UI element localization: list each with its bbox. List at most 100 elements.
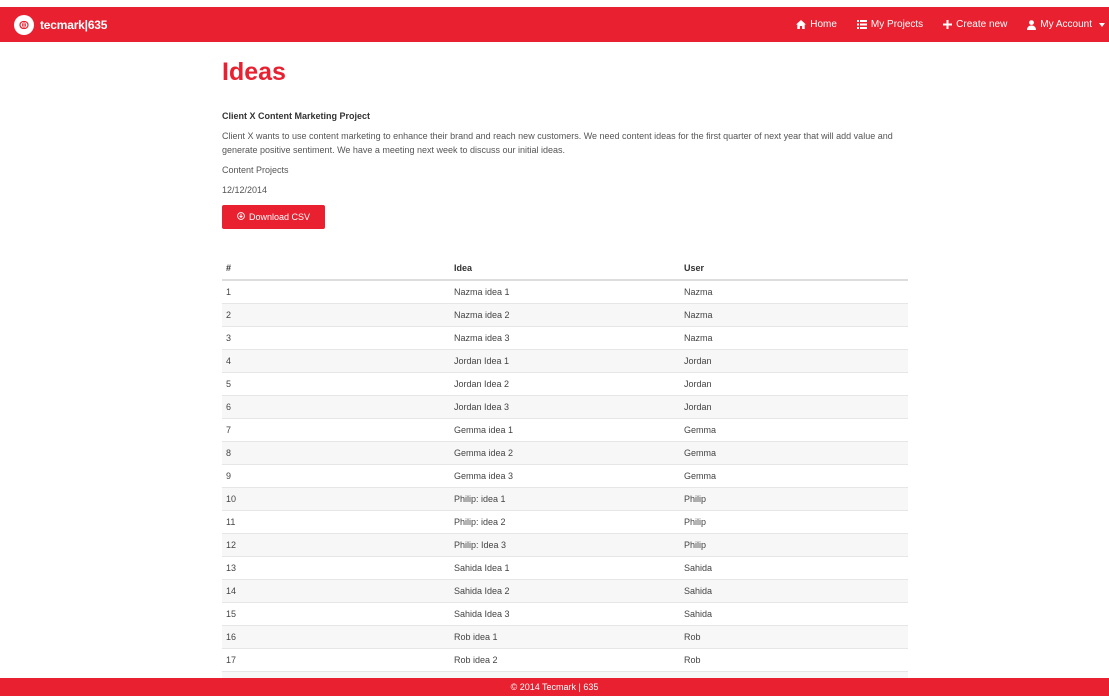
nav-home[interactable]: Home <box>796 19 837 30</box>
idea-number-cell: 11 <box>222 510 450 534</box>
page-title: Ideas <box>222 58 286 86</box>
nav-my-account-label: My Account <box>1040 19 1092 30</box>
idea-user-cell: Rob <box>680 625 908 649</box>
plus-icon <box>943 20 953 29</box>
idea-text-cell: Jordan Idea 1 <box>450 349 680 373</box>
table-row: 13 Sahida Idea 1 Sahida <box>222 556 908 580</box>
idea-user-cell: Rob <box>680 648 908 672</box>
idea-number-cell: 5 <box>222 372 450 396</box>
idea-user-cell: Philip <box>680 533 908 557</box>
table-row: 9 Gemma idea 3 Gemma <box>222 464 908 488</box>
table-row: 8 Gemma idea 2 Gemma <box>222 441 908 465</box>
nav-create-new-label: Create new <box>956 19 1008 30</box>
top-navbar: tecmark|635 Home My Projects Create new … <box>0 7 1109 42</box>
column-header-idea: Idea <box>450 256 680 281</box>
table-row: 6 Jordan Idea 3 Jordan <box>222 395 908 419</box>
home-icon <box>796 20 807 29</box>
nav-my-projects-label: My Projects <box>870 19 924 30</box>
project-description: Client X wants to use content marketing … <box>222 131 893 155</box>
idea-user-cell: Sahida <box>680 602 908 626</box>
project-date: 12/12/2014 <box>222 185 268 195</box>
table-row: 14 Sahida Idea 2 Sahida <box>222 579 908 603</box>
idea-user-cell: Jordan <box>680 395 908 419</box>
nav-home-label: Home <box>810 19 837 30</box>
idea-text-cell: Gemma idea 3 <box>450 464 680 488</box>
footer-copyright: © 2014 Tecmark | 635 <box>510 682 599 692</box>
list-icon <box>856 20 867 29</box>
idea-user-cell: Philip <box>680 510 908 534</box>
idea-text-cell: Rob idea 1 <box>450 625 680 649</box>
table-row: 10 Philip: idea 1 Philip <box>222 487 908 511</box>
table-row: 5 Jordan Idea 2 Jordan <box>222 372 908 396</box>
table-row: 15 Sahida Idea 3 Sahida <box>222 602 908 626</box>
brand-name: tecmark|635 <box>40 17 108 32</box>
brand-link[interactable]: tecmark|635 <box>14 7 107 42</box>
idea-number-cell: 14 <box>222 579 450 603</box>
download-csv-label: Download CSV <box>248 212 311 222</box>
user-icon <box>1027 19 1037 30</box>
ideas-table: # Idea User 1 Nazma idea 1 Nazma 2 Nazma ide… <box>222 256 908 694</box>
idea-user-cell: Sahida <box>680 579 908 603</box>
table-row: 12 Philip: Idea 3 Philip <box>222 533 908 557</box>
idea-text-cell: Nazma idea 1 <box>450 279 680 304</box>
nav-links: Home My Projects Create new My Account <box>776 7 1109 42</box>
idea-user-cell: Gemma <box>680 418 908 442</box>
idea-text-cell: Sahida Idea 3 <box>450 602 680 626</box>
idea-user-cell: Nazma <box>680 326 908 350</box>
idea-user-cell: Philip <box>680 487 908 511</box>
idea-user-cell: Gemma <box>680 441 908 465</box>
idea-text-cell: Nazma idea 3 <box>450 326 680 350</box>
table-row: 3 Nazma idea 3 Nazma <box>222 326 908 350</box>
chevron-down-icon <box>1099 22 1105 27</box>
idea-number-cell: 9 <box>222 464 450 488</box>
idea-text-cell: Sahida Idea 2 <box>450 579 680 603</box>
brain-logo-icon <box>14 14 34 35</box>
idea-user-cell: Sahida <box>680 556 908 580</box>
table-row: 17 Rob idea 2 Rob <box>222 648 908 672</box>
idea-user-cell: Nazma <box>680 279 908 304</box>
idea-text-cell: Philip: idea 1 <box>450 487 680 511</box>
idea-number-cell: 4 <box>222 349 450 373</box>
idea-text-cell: Nazma idea 2 <box>450 303 680 327</box>
table-header-row: # Idea User <box>222 256 908 281</box>
download-csv-button[interactable]: Download CSV <box>222 205 325 229</box>
idea-text-cell: Philip: Idea 3 <box>450 533 680 557</box>
idea-number-cell: 7 <box>222 418 450 442</box>
idea-text-cell: Gemma idea 1 <box>450 418 680 442</box>
nav-create-new[interactable]: Create new <box>943 19 1007 30</box>
idea-text-cell: Sahida Idea 1 <box>450 556 680 580</box>
idea-text-cell: Jordan Idea 2 <box>450 372 680 396</box>
column-header-user: User <box>680 256 908 281</box>
table-row: 2 Nazma idea 2 Nazma <box>222 303 908 327</box>
main-content: Ideas Client X Content Marketing Project… <box>222 42 908 694</box>
idea-user-cell: Jordan <box>680 349 908 373</box>
idea-number-cell: 13 <box>222 556 450 580</box>
idea-number-cell: 6 <box>222 395 450 419</box>
idea-number-cell: 2 <box>222 303 450 327</box>
project-type: Content Projects <box>222 165 289 175</box>
idea-number-cell: 17 <box>222 648 450 672</box>
table-row: 11 Philip: idea 2 Philip <box>222 510 908 534</box>
idea-number-cell: 3 <box>222 326 450 350</box>
footer: © 2014 Tecmark | 635 <box>0 678 1109 696</box>
idea-number-cell: 16 <box>222 625 450 649</box>
table-row: 4 Jordan Idea 1 Jordan <box>222 349 908 373</box>
column-header-number: # <box>222 256 450 281</box>
idea-user-cell: Jordan <box>680 372 908 396</box>
table-row: 16 Rob idea 1 Rob <box>222 625 908 649</box>
idea-text-cell: Gemma idea 2 <box>450 441 680 465</box>
table-row: 1 Nazma idea 1 Nazma <box>222 279 908 304</box>
idea-number-cell: 1 <box>222 279 450 304</box>
project-title: Client X Content Marketing Project <box>222 111 371 121</box>
download-circle-icon <box>237 212 245 222</box>
idea-text-cell: Rob idea 2 <box>450 648 680 672</box>
idea-text-cell: Jordan Idea 3 <box>450 395 680 419</box>
idea-number-cell: 10 <box>222 487 450 511</box>
nav-my-account[interactable]: My Account <box>1027 19 1105 30</box>
idea-number-cell: 15 <box>222 602 450 626</box>
table-row: 7 Gemma idea 1 Gemma <box>222 418 908 442</box>
idea-text-cell: Philip: idea 2 <box>450 510 680 534</box>
idea-user-cell: Gemma <box>680 464 908 488</box>
idea-number-cell: 12 <box>222 533 450 557</box>
nav-my-projects[interactable]: My Projects <box>856 19 924 30</box>
